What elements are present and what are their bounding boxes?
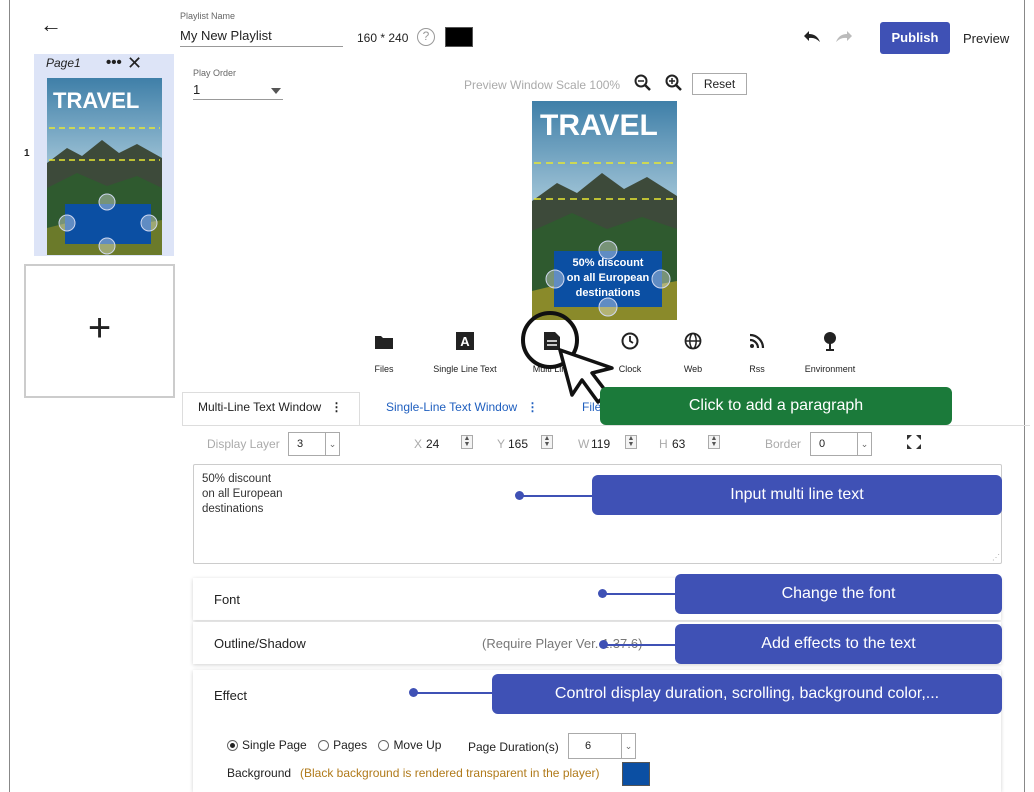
y-label: Y	[497, 437, 506, 451]
border-select[interactable]: 0 ⌄	[810, 432, 872, 456]
undo-icon[interactable]	[802, 30, 822, 49]
x-label: X	[414, 437, 423, 451]
tool-label: Rss	[749, 364, 765, 374]
reset-button[interactable]: Reset	[692, 73, 747, 95]
radio-move-up[interactable]: Move Up	[378, 738, 441, 752]
x-stepper[interactable]: ▲ ▼	[461, 435, 473, 449]
folder-icon	[344, 330, 424, 352]
preview-scale-label: Preview Window Scale 100%	[464, 78, 621, 92]
zoom-in-icon[interactable]	[665, 74, 683, 97]
more-vertical-icon: ⋮	[526, 400, 539, 414]
plus-icon: +	[87, 306, 112, 350]
page-name: Page1	[46, 56, 81, 70]
background-label: Background	[227, 766, 292, 780]
display-layer-label: Display Layer	[207, 437, 280, 451]
h-stepper[interactable]: ▲ ▼	[708, 435, 720, 449]
display-layer-select[interactable]: 3 ⌄	[288, 432, 340, 456]
h-input[interactable]: 63	[672, 437, 685, 459]
outline-shadow-panel-title: Outline/Shadow	[214, 636, 306, 651]
page-duration-select[interactable]: 6 ⌄	[568, 733, 636, 759]
tab-divider	[182, 425, 1030, 426]
tool-environment[interactable]: Environment	[790, 330, 870, 374]
effect-options: Single Page Pages Move Up	[227, 738, 449, 752]
background-color-swatch[interactable]	[445, 27, 473, 47]
w-input[interactable]: 119	[591, 437, 610, 459]
tab-multi-line-text-window[interactable]: Multi-Line Text Window ⋮	[198, 400, 343, 414]
playlist-name-input[interactable]	[180, 25, 343, 47]
preview-button[interactable]: Preview	[963, 31, 1009, 46]
play-order-select[interactable]: 1	[193, 82, 283, 100]
callout-control-display: Control display duration, scrolling, bac…	[492, 674, 1002, 714]
fullscreen-icon[interactable]	[906, 434, 922, 455]
zoom-out-icon[interactable]	[634, 74, 652, 97]
help-icon[interactable]: ?	[417, 28, 435, 46]
play-order-label: Play Order	[193, 68, 237, 78]
callout-connector	[414, 692, 493, 694]
chevron-down-icon: ⌄	[621, 734, 635, 758]
add-page-button[interactable]: +	[24, 264, 175, 398]
h-label: H	[659, 437, 668, 451]
radio-pages[interactable]: Pages	[318, 738, 367, 752]
w-label: W	[578, 437, 590, 451]
page-number: 1	[24, 148, 30, 159]
y-input[interactable]: 165	[508, 437, 528, 459]
tool-label: Files	[374, 364, 394, 374]
tool-files[interactable]: Files	[344, 330, 424, 374]
publish-button[interactable]: Publish	[880, 22, 950, 54]
caret-down-icon[interactable]	[271, 88, 281, 94]
background-color-picker[interactable]	[622, 762, 650, 786]
callout-connector	[604, 644, 677, 646]
page-thumbnail: TRAVEL	[47, 78, 162, 255]
thumb-title: TRAVEL	[53, 88, 139, 113]
font-panel-title: Font	[214, 592, 241, 607]
callout-connector	[520, 495, 594, 497]
overlay-line-2: on all European	[567, 272, 650, 284]
callout-input-text: Input multi line text	[592, 475, 1002, 515]
page-duration-label: Page Duration(s)	[468, 740, 559, 754]
pin-icon	[790, 330, 870, 352]
callout-connector	[603, 593, 677, 595]
more-icon[interactable]: •••	[106, 54, 122, 71]
tool-single-line-text[interactable]: A Single Line Text	[425, 330, 505, 374]
tool-rss[interactable]: Rss	[717, 330, 797, 374]
redo-icon[interactable]	[834, 30, 854, 49]
border-label: Border	[765, 437, 802, 451]
x-input[interactable]: 24	[426, 437, 439, 459]
text-a-icon: A	[425, 330, 505, 352]
background-note: (Black background is rendered transparen…	[300, 766, 600, 780]
more-vertical-icon: ⋮	[330, 400, 343, 414]
tool-label: Single Line Text	[433, 364, 497, 374]
tab-file[interactable]: File	[582, 400, 601, 414]
resize-handle-icon[interactable]: ⋰	[992, 553, 1000, 562]
svg-text:A: A	[460, 334, 470, 349]
resolution-text: 160 * 240	[357, 31, 409, 45]
effect-panel-title[interactable]: Effect	[214, 688, 247, 703]
tool-label: Environment	[804, 364, 856, 374]
callout-add-effects: Add effects to the text	[675, 624, 1002, 664]
playlist-name-label: Playlist Name	[180, 11, 236, 21]
callout-add-paragraph: Click to add a paragraph	[600, 387, 952, 425]
preview-canvas[interactable]: TRAVEL 50% discount on all European dest…	[532, 101, 677, 320]
rss-icon	[717, 330, 797, 352]
chevron-down-icon: ⌄	[857, 433, 871, 455]
y-stepper[interactable]: ▲ ▼	[541, 435, 553, 449]
preview-title: TRAVEL	[540, 109, 658, 142]
callout-change-font: Change the font	[675, 574, 1002, 614]
overlay-line-3: destinations	[576, 287, 641, 299]
radio-single-page[interactable]: Single Page	[227, 738, 307, 752]
arrow-left-icon[interactable]: ←	[40, 14, 62, 36]
chevron-down-icon: ⌄	[325, 433, 339, 455]
tab-single-line-text-window[interactable]: Single-Line Text Window ⋮	[386, 400, 539, 414]
w-stepper[interactable]: ▲ ▼	[625, 435, 637, 449]
close-icon[interactable]: ✕	[127, 53, 142, 74]
